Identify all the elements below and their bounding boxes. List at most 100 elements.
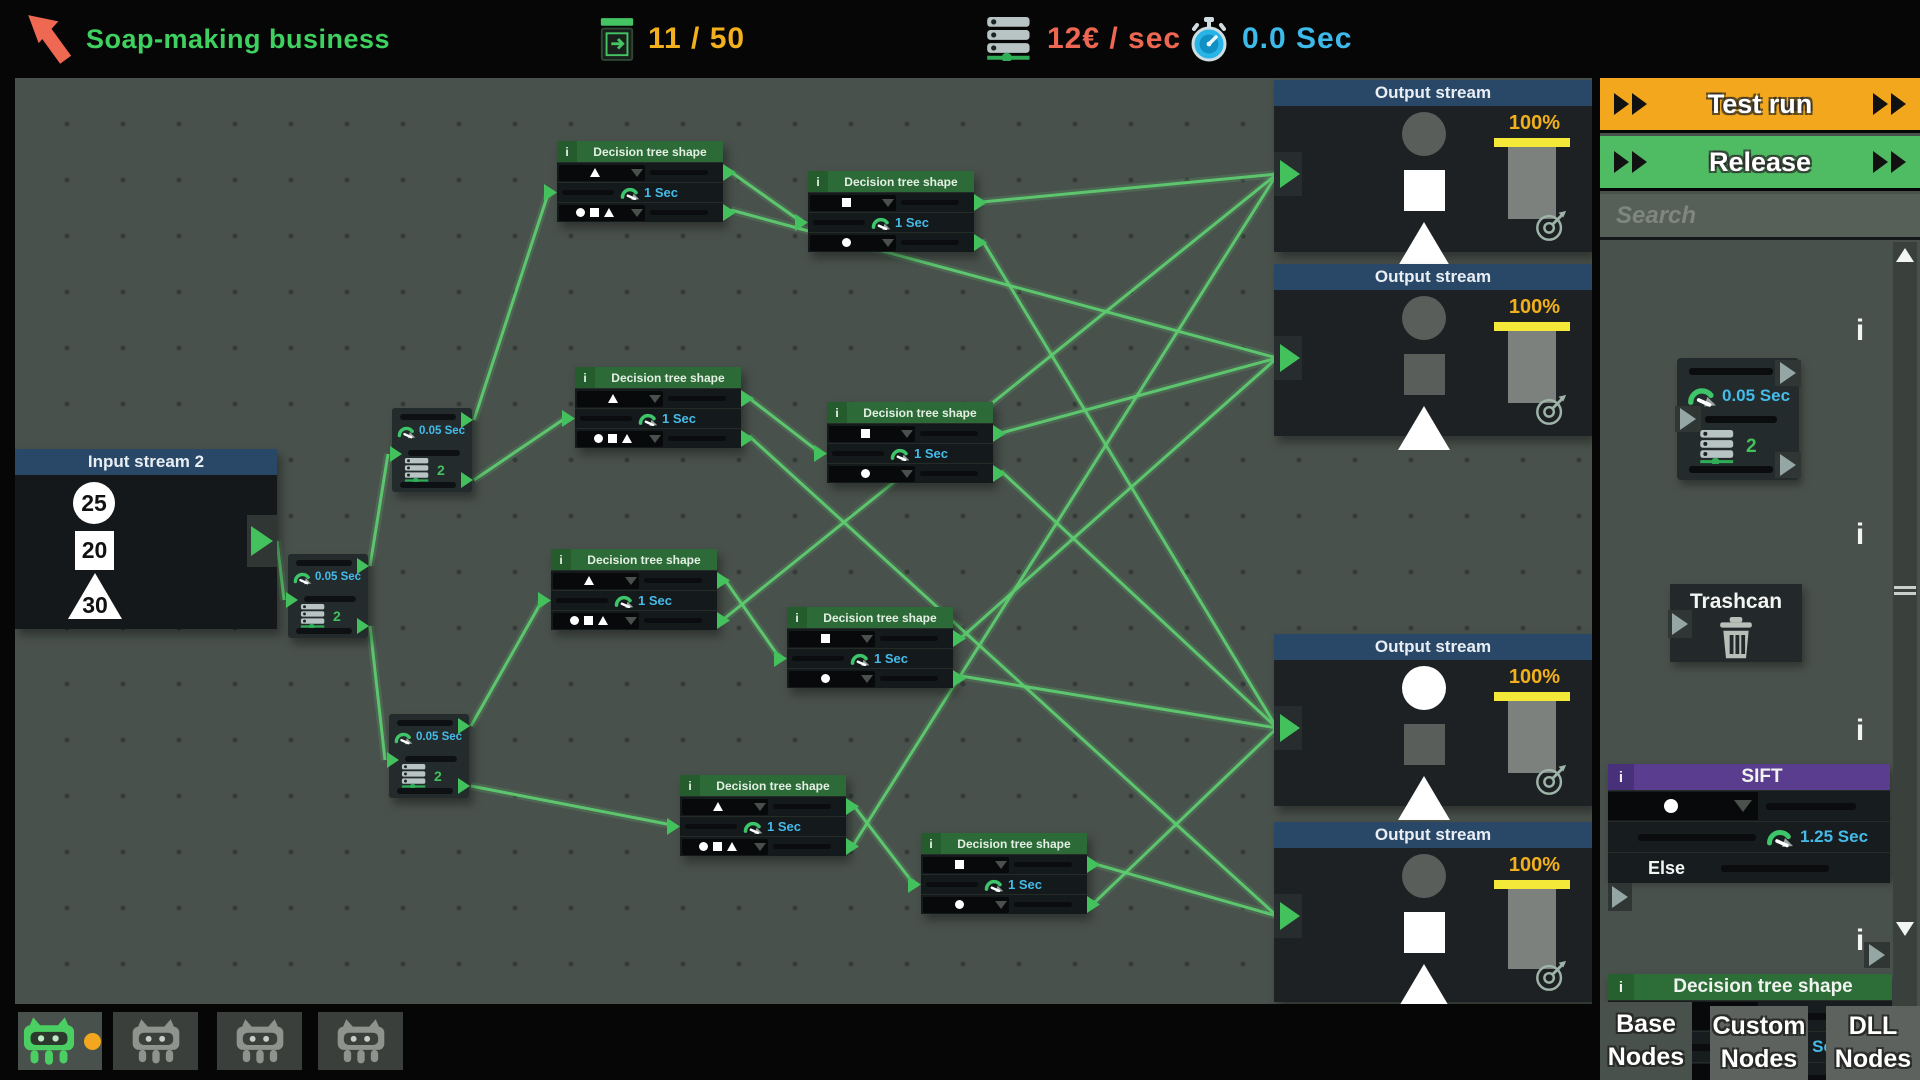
output-port[interactable] [247,515,277,567]
dropdown-caret-icon[interactable] [901,470,913,478]
input-port[interactable] [1274,894,1302,938]
palette-scrollbar[interactable] [1893,242,1917,1080]
condition-row[interactable] [1608,790,1890,821]
condition-row[interactable] [808,192,974,212]
dropdown-caret-icon[interactable] [882,199,894,207]
decision-tree-node[interactable]: i Decision tree shape 1 Sec [557,141,723,222]
search-input[interactable] [1600,194,1920,240]
input-port[interactable] [1274,706,1302,750]
condition-row[interactable] [557,162,723,182]
input-port[interactable] [1274,336,1302,380]
palette-delay-node[interactable]: 0.05 Sec 2 [1677,358,1799,480]
palette-trashcan-node[interactable]: Trashcan [1670,584,1802,662]
info-badge[interactable]: i [787,607,807,628]
palette-sift-node[interactable]: i SIFT 1.25 Sec Else [1608,764,1890,878]
delay-node[interactable]: 0.05 Sec 2 [392,408,472,492]
condition-row[interactable] [787,668,953,688]
process-row[interactable]: 1 Sec [551,590,717,610]
back-arrow-logo[interactable] [24,12,74,71]
condition-row[interactable] [551,610,717,630]
info-badge[interactable]: i [575,367,595,388]
condition-row[interactable] [575,388,741,408]
info-icon[interactable]: i [1850,718,1870,744]
decision-tree-node[interactable]: i Decision tree shape 1 Sec [921,833,1087,914]
palette-tab-dll[interactable]: DLL Nodes [1826,1006,1920,1080]
dropdown-caret-icon[interactable] [861,675,873,683]
decision-tree-node[interactable]: i Decision tree shape 1 Sec [827,402,993,483]
info-icon[interactable]: i [1850,928,1870,954]
output-port-2[interactable] [461,472,473,488]
output-port-2[interactable] [458,778,470,794]
dropdown-caret-icon[interactable] [649,395,661,403]
info-badge[interactable]: i [1608,974,1634,1000]
info-badge[interactable]: i [827,402,847,423]
condition-row[interactable] [557,202,723,222]
input-port[interactable] [1274,152,1302,196]
dropdown-caret-icon[interactable] [754,843,766,851]
process-row[interactable]: 1.25 Sec [1608,821,1890,852]
condition-row[interactable] [787,628,953,648]
condition-row[interactable] [827,423,993,443]
palette-tab-custom[interactable]: Custom Nodes [1710,1006,1808,1080]
info-badge[interactable]: i [1608,764,1634,790]
input-port[interactable] [1668,610,1692,638]
output-port-2[interactable] [357,618,369,634]
info-badge[interactable]: i [557,141,577,162]
output-stream-node[interactable]: Output stream 100% [1274,634,1592,806]
process-row[interactable]: 1 Sec [921,874,1087,894]
scrollbar-handle[interactable] [1894,586,1916,589]
scroll-up-icon[interactable] [1896,248,1914,262]
decision-tree-node[interactable]: i Decision tree shape 1 Sec [808,171,974,252]
info-badge[interactable]: i [551,549,571,570]
dropdown-caret-icon[interactable] [631,209,643,217]
output-port[interactable] [1775,452,1801,478]
process-row[interactable]: 1 Sec [680,816,846,836]
condition-row[interactable] [551,570,717,590]
taskbar-slot-2[interactable] [113,1012,198,1070]
dropdown-caret-icon[interactable] [649,435,661,443]
process-row[interactable]: 1 Sec [575,408,741,428]
process-row[interactable]: 1 Sec [827,443,993,463]
process-row[interactable]: 1 Sec [808,212,974,232]
taskbar-slot-3[interactable] [217,1012,302,1070]
dropdown-caret-icon[interactable] [995,861,1007,869]
info-badge[interactable]: i [921,833,941,854]
taskbar-slot-4[interactable] [318,1012,403,1070]
dropdown-caret-icon[interactable] [625,577,637,585]
scroll-down-icon[interactable] [1896,922,1914,936]
dropdown-caret-icon[interactable] [861,635,873,643]
info-icon[interactable]: i [1850,318,1870,344]
process-row[interactable]: 1 Sec [787,648,953,668]
input-port[interactable] [390,446,402,462]
condition-row[interactable] [808,232,974,252]
info-badge[interactable]: i [808,171,828,192]
delay-node[interactable]: 0.05 Sec 2 [288,554,368,638]
condition-row[interactable] [921,894,1087,914]
dropdown-caret-icon[interactable] [631,169,643,177]
decision-tree-node[interactable]: i Decision tree shape 1 Sec [680,775,846,856]
output-stream-node[interactable]: Output stream 100% [1274,822,1592,1002]
node-canvas[interactable]: Input stream 2 25 20 30 Output stream 10… [15,78,1592,1004]
decision-tree-node[interactable]: i Decision tree shape 1 Sec [787,607,953,688]
dropdown-caret-icon[interactable] [995,901,1007,909]
accuracy-target[interactable] [1534,959,1568,998]
decision-tree-node[interactable]: i Decision tree shape 1 Sec [575,367,741,448]
input-port[interactable] [286,592,298,608]
input-port[interactable] [387,752,399,768]
test-run-button[interactable]: Test run [1600,78,1920,133]
accuracy-target[interactable] [1534,393,1568,432]
condition-row[interactable] [680,796,846,816]
info-badge[interactable]: i [680,775,700,796]
delay-node[interactable]: 0.05 Sec 2 [389,714,469,798]
output-stream-node[interactable]: Output stream 100% [1274,80,1592,252]
condition-row[interactable] [575,428,741,448]
accuracy-target[interactable] [1534,209,1568,248]
taskbar-slot-1[interactable] [18,1012,102,1070]
input-stream-node[interactable]: Input stream 2 25 20 30 [15,449,277,629]
condition-row[interactable] [827,463,993,483]
else-row[interactable]: Else [1608,852,1890,883]
info-icon[interactable]: i [1850,522,1870,548]
process-row[interactable]: 1 Sec [557,182,723,202]
dropdown-caret-icon[interactable] [625,617,637,625]
release-button[interactable]: Release [1600,136,1920,191]
